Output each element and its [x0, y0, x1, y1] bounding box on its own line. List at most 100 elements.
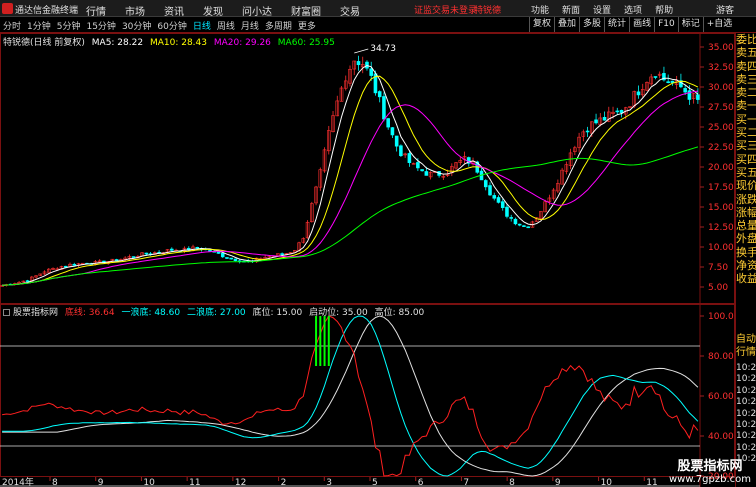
candle-body [220, 253, 225, 258]
candle-body [229, 257, 233, 260]
draw-line-button[interactable]: 画线 [629, 17, 654, 32]
candle-body [144, 252, 149, 255]
quote-label-18: 收益 [736, 272, 756, 286]
price-axis-label: 25.00 [708, 123, 734, 133]
statistics-button[interactable]: 统计 [604, 17, 629, 32]
candle-body [390, 127, 395, 136]
tab-15min[interactable]: 15分钟 [86, 19, 115, 32]
candle-body [488, 185, 492, 196]
menu-item-caifuquan[interactable]: 财富圈 [291, 3, 321, 18]
menu-item-shichang[interactable]: 市场 [125, 3, 145, 18]
fuquan-button[interactable]: 复权 [529, 17, 554, 32]
candle-body [653, 76, 658, 78]
ma5-line [2, 64, 699, 286]
candle-body [496, 197, 501, 203]
indicator-name[interactable]: 股票指标网 [13, 308, 58, 318]
menu-item-gongneng[interactable]: 功能 [531, 3, 549, 16]
tick-time-3: 10:26 [736, 397, 756, 408]
candle-body [505, 206, 509, 217]
x-axis-label: 10 [143, 478, 155, 487]
kline-chart[interactable]: 35.0032.5030.0027.5025.0022.5020.0017.50… [0, 33, 735, 487]
x-axis-label: 8 [509, 478, 515, 487]
menu-item-xinmian[interactable]: 新面 [562, 3, 580, 16]
collapse-icon[interactable] [3, 309, 10, 316]
menu-item-hangqing[interactable]: 行情 [86, 3, 106, 18]
quote-label-2: 卖四 [736, 59, 756, 73]
tab-1min[interactable]: 1分钟 [27, 19, 51, 32]
candle-body [407, 153, 412, 163]
tab-fenshi[interactable]: 分时 [3, 19, 21, 32]
tick-time-2: 10:26 [736, 385, 756, 396]
price-axis-label: 7.50 [708, 263, 728, 273]
x-axis-label: 5 [372, 478, 378, 487]
tab-daily[interactable]: 日线 [193, 19, 211, 32]
candle-body [492, 195, 497, 199]
app-logo-icon [2, 3, 13, 14]
candle-body [386, 118, 390, 128]
price-axis-label: 12.50 [708, 223, 734, 233]
quote-label-1: 卖五 [736, 46, 756, 60]
candle-body [666, 81, 670, 83]
candle-body [356, 61, 361, 66]
menu-item-bangzhu[interactable]: 帮助 [655, 3, 673, 16]
menu-item-jiaoyi[interactable]: 交易 [340, 3, 360, 18]
ma5-value: MA5: 28.22 [91, 38, 144, 48]
yibodi-value: 一浪底: 48.60 [121, 308, 181, 318]
candle-body [424, 171, 429, 176]
price-axis-label: 5.00 [708, 283, 728, 293]
candle-body [636, 91, 641, 96]
indicator-axis-label: 40.00 [708, 432, 734, 442]
multi-stock-button[interactable]: 多股 [579, 17, 604, 32]
price-axis-label: 30.00 [708, 83, 734, 93]
indicator-legend: 股票指标网 底线: 36.64 一浪底: 48.60 二浪底: 27.00 底位… [3, 305, 428, 318]
menu-item-zixun[interactable]: 资讯 [164, 3, 184, 18]
gaowei-value: 高位: 85.00 [374, 308, 425, 318]
candle-body [225, 257, 229, 259]
price-axis-label: 32.50 [708, 63, 734, 73]
candle-body [195, 247, 200, 249]
menu-bar: 通达信金融终端 行情 市场 资讯 发现 问小达 财富圈 交易 证监交易未登录 特… [0, 0, 756, 18]
guest-label[interactable]: 游客 [716, 3, 734, 16]
tab-5min[interactable]: 5分钟 [57, 19, 81, 32]
candle-body [369, 68, 373, 76]
candle-body [377, 91, 382, 98]
auto-label: 自动 [736, 334, 756, 345]
quote-label-5: 卖一 [736, 99, 756, 113]
candle-body [594, 119, 598, 124]
app-title: 通达信金融终端 [15, 6, 79, 16]
menu-item-xuanxiang[interactable]: 选项 [624, 3, 642, 16]
x-axis-label: 9 [98, 478, 104, 487]
jx-line-red [2, 315, 699, 477]
tab-more[interactable]: 更多 [298, 19, 316, 32]
f10-button[interactable]: F10 [654, 17, 678, 32]
add-favorite-button[interactable]: +自选 [702, 17, 736, 32]
menu-item-shezhi[interactable]: 设置 [593, 3, 611, 16]
tab-30min[interactable]: 30分钟 [122, 19, 151, 32]
candle-body [420, 169, 424, 172]
tab-60min[interactable]: 60分钟 [157, 19, 186, 32]
mark-button[interactable]: 标记 [677, 17, 703, 32]
menu-item-faxian[interactable]: 发现 [203, 3, 223, 18]
candle-body [526, 226, 530, 229]
quote-label-9: 买四 [736, 152, 756, 166]
overlay-button[interactable]: 叠加 [554, 17, 579, 32]
x-axis-label: 11 [646, 478, 657, 487]
tab-weekly[interactable]: 周线 [217, 19, 235, 32]
candle-body [399, 145, 403, 157]
tab-monthly[interactable]: 月线 [241, 19, 259, 32]
login-notice[interactable]: 证监交易未登录 [414, 3, 477, 16]
x-axis-label: 10 [601, 478, 613, 487]
x-axis-label: 11 [189, 478, 200, 487]
candle-body [500, 201, 505, 208]
quote-label-4: 卖二 [736, 86, 756, 100]
signal-bar-green [327, 316, 330, 366]
signal-bar-green [319, 316, 322, 366]
candle-body [382, 96, 386, 120]
tab-multi-period[interactable]: 多周期 [265, 19, 292, 32]
price-axis-label: 27.50 [708, 103, 734, 113]
menu-item-wenxiaoda[interactable]: 问小达 [242, 3, 272, 18]
chart-tools: 复权 叠加 多股 统计 画线 F10 标记 +自选 [529, 17, 735, 32]
quote-label-10: 买五 [736, 165, 756, 179]
quote-label-6: 买一 [736, 112, 756, 126]
right-menu: 功能 新面 设置 选项 帮助 [531, 3, 686, 16]
